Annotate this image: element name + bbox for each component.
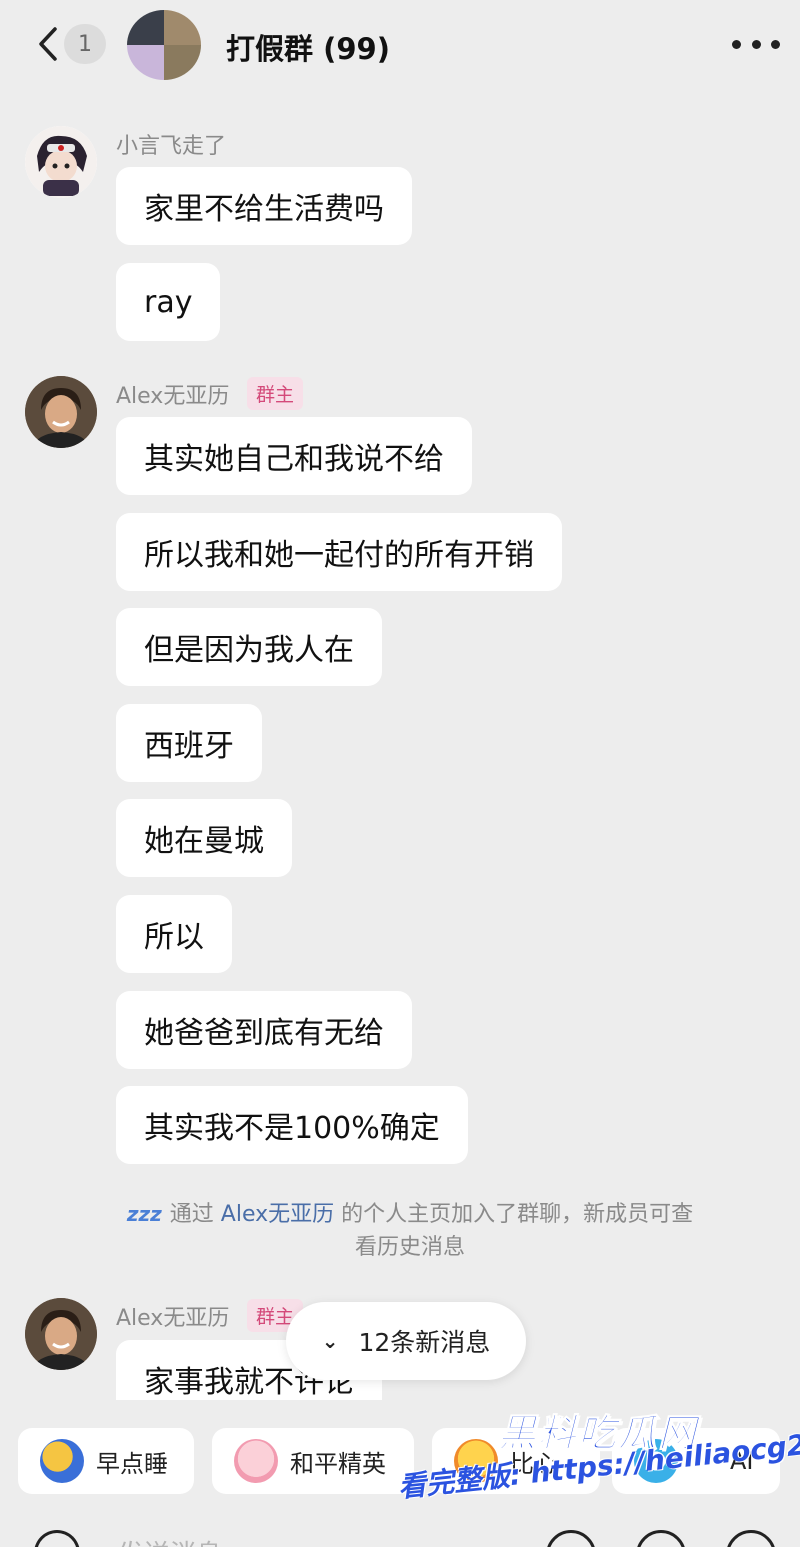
person-avatar-icon [25, 376, 97, 448]
quick-chip-label: 早点睡 [96, 1449, 168, 1478]
message-bubble[interactable]: 其实她自己和我说不给 [116, 417, 472, 495]
system-notice-user-link[interactable]: Alex无亚历 [221, 1202, 334, 1227]
avatar[interactable] [25, 1298, 97, 1370]
sender-name[interactable]: Alex无亚历 [116, 1300, 229, 1332]
pig-sticker-icon [234, 1439, 278, 1483]
new-messages-button[interactable]: ⌄ 12条新消息 [286, 1302, 526, 1380]
more-dot [771, 39, 780, 49]
message-input[interactable]: 发送消息 [118, 1534, 222, 1547]
message-bubble[interactable]: ray [116, 263, 221, 341]
sleep-zzz-icon: zzz [126, 1202, 162, 1226]
message-bubble[interactable]: 家里不给生活费吗 [116, 167, 412, 245]
new-messages-label: 12条新消息 [358, 1328, 491, 1357]
quick-chip-peace-elite[interactable]: 和平精英 [212, 1428, 414, 1494]
anime-avatar-icon [25, 126, 97, 198]
chat-header: 1 打假群 (99) [0, 0, 800, 90]
group-avatar[interactable] [127, 10, 201, 80]
more-dot [732, 39, 741, 49]
chevron-left-icon [39, 27, 57, 61]
more-dot [751, 39, 761, 49]
chat-title[interactable]: 打假群 (99) [226, 26, 390, 68]
system-notice-prefix: 通过 [169, 1202, 214, 1227]
message-bubble[interactable]: 所以 [116, 895, 232, 973]
message-bubble[interactable]: 她爸爸到底有无给 [116, 991, 412, 1069]
system-notice-suffix: 的个人主页加入了群聊，新成员可查看历史消息 [341, 1202, 694, 1260]
message-bubble[interactable]: 所以我和她一起付的所有开销 [116, 513, 562, 591]
more-button[interactable] [732, 30, 780, 58]
avatar[interactable] [25, 376, 97, 448]
quick-chip-sleep[interactable]: 早点睡 [18, 1428, 194, 1494]
quick-chip-label: 和平精英 [290, 1449, 386, 1478]
double-chevron-down-icon: ⌄ [321, 1329, 339, 1353]
person-avatar-icon [25, 1298, 97, 1370]
message-bubble[interactable]: 但是因为我人在 [116, 608, 382, 686]
system-notice: zzz 通过 Alex无亚历 的个人主页加入了群聊，新成员可查看历史消息 [120, 1198, 700, 1264]
back-button[interactable] [30, 24, 66, 64]
message-bubble[interactable]: 西班牙 [116, 704, 262, 782]
owner-badge: 群主 [247, 377, 304, 410]
unread-count-badge[interactable]: 1 [64, 24, 106, 64]
sender-name[interactable]: 小言飞走了 [116, 128, 226, 160]
message-bubble[interactable]: 其实我不是100%确定 [116, 1086, 468, 1164]
message-bubble[interactable]: 她在曼城 [116, 799, 292, 877]
sender-name[interactable]: Alex无亚历 [116, 378, 229, 410]
avatar[interactable] [25, 126, 97, 198]
moon-sticker-icon [40, 1439, 84, 1483]
